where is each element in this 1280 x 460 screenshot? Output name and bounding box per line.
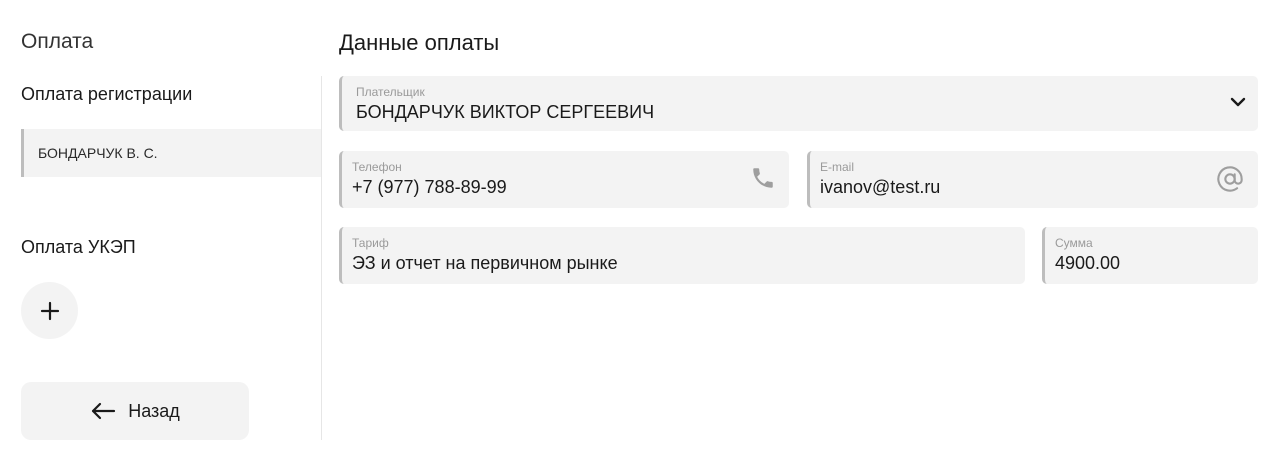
email-field-value: ivanov@test.ru xyxy=(820,177,941,197)
payer-field-label: Плательщик xyxy=(356,85,425,99)
arrow-left-icon xyxy=(92,402,116,420)
column-divider xyxy=(321,76,322,440)
phone-field[interactable]: Телефон +7 (977) 788-89-99 xyxy=(339,151,789,208)
payer-list-item[interactable]: БОНДАРЧУК В. С. xyxy=(21,129,322,177)
sidebar-title: Оплата xyxy=(21,30,94,53)
chevron-down-icon[interactable] xyxy=(1230,96,1246,108)
payment-page: Оплата Оплата регистрации БОНДАРЧУК В. С… xyxy=(0,0,1280,460)
registration-payment-label: Оплата регистрации xyxy=(21,84,193,104)
phone-field-value: +7 (977) 788-89-99 xyxy=(352,177,507,197)
back-button[interactable]: Назад xyxy=(21,382,249,440)
payer-field-value: БОНДАРЧУК ВИКТОР СЕРГЕЕВИЧ xyxy=(356,102,655,122)
email-field-label: E-mail xyxy=(820,160,855,174)
tariff-field-label: Тариф xyxy=(352,236,389,250)
sum-field-value: 4900.00 xyxy=(1055,253,1121,273)
sum-field[interactable]: Сумма 4900.00 xyxy=(1042,227,1258,284)
payer-select[interactable]: Плательщик БОНДАРЧУК ВИКТОР СЕРГЕЕВИЧ xyxy=(339,76,1258,131)
tariff-field[interactable]: Тариф ЭЗ и отчет на первичном рынке xyxy=(339,227,1025,284)
add-ukep-payment-button[interactable] xyxy=(21,282,78,339)
ukep-payment-label: Оплата УКЭП xyxy=(21,237,136,257)
plus-icon xyxy=(40,301,59,320)
email-field[interactable]: E-mail ivanov@test.ru xyxy=(807,151,1258,208)
tariff-field-value: ЭЗ и отчет на первичном рынке xyxy=(352,253,618,273)
back-button-label: Назад xyxy=(128,400,180,421)
phone-field-label: Телефон xyxy=(352,160,402,174)
page-title: Данные оплаты xyxy=(339,30,500,55)
at-sign-icon xyxy=(1216,165,1244,193)
phone-icon xyxy=(750,165,776,191)
sum-field-label: Сумма xyxy=(1055,236,1093,250)
